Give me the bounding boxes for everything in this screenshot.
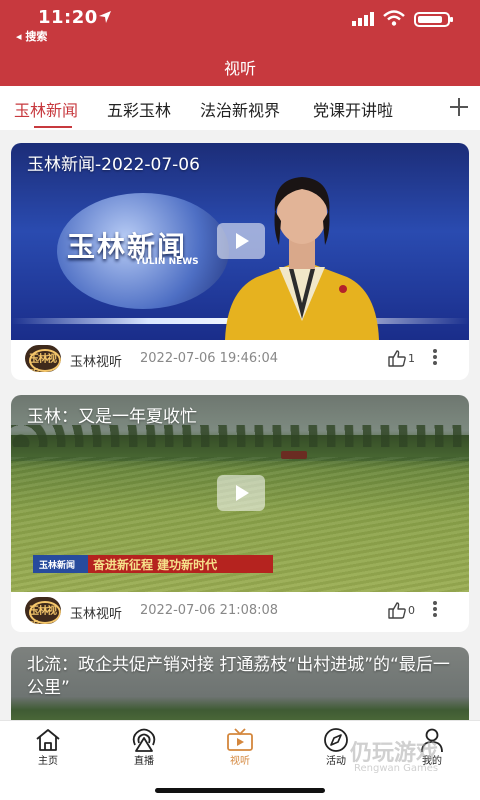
home-indicator[interactable] [155, 788, 325, 793]
video-title: 北流：政企共促产销对接 打通荔枝“出村进城”的“最后一公里” [27, 655, 450, 698]
watermark-subtext: Rengwan Games [354, 763, 439, 774]
active-tab-indicator [34, 126, 72, 128]
header: 11:20 ◂ 搜索 视听 [0, 0, 480, 86]
card-meta: 玉林视听 玉林视听 2022-07-06 21:08:08 0 [11, 592, 469, 632]
source-name: 玉林视听 [70, 607, 123, 622]
tv-icon [227, 728, 253, 751]
live-icon [132, 728, 156, 752]
tab-yulin-news[interactable]: 玉林新闻 [14, 97, 78, 121]
location-arrow-icon [99, 11, 111, 23]
publish-time: 2022-07-06 19:46:04 [140, 351, 279, 366]
play-icon[interactable] [217, 475, 265, 511]
tabs-fade-edge [428, 86, 438, 130]
home-icon [36, 729, 60, 751]
like-count: 0 [408, 604, 415, 617]
harvester [281, 451, 307, 459]
banner-slogan: 奋进新征程 建功新时代 [93, 558, 218, 572]
video-thumbnail[interactable]: 玉林新闻 YULIN NEWS 玉林新闻-2022-07-06 [11, 143, 469, 340]
like-count: 1 [408, 352, 415, 365]
more-options-icon[interactable] [432, 601, 438, 619]
more-options-icon[interactable] [432, 349, 438, 367]
status-time: 11:20 [38, 7, 98, 28]
thumbs-up-icon[interactable] [388, 350, 406, 367]
avatar-label: 玉林视听 [29, 606, 57, 624]
nav-live-label: 直播 [134, 756, 154, 767]
banner-logo: 玉林新闻 [39, 561, 76, 571]
program-logo-en: YULIN NEWS [135, 257, 199, 267]
app-screen: 11:20 ◂ 搜索 视听 玉林新闻 五彩玉林 法治新视界 党课开讲啦 玉林新闻… [0, 0, 480, 800]
add-channel-icon[interactable] [446, 94, 472, 120]
play-icon[interactable] [217, 223, 265, 259]
publish-time: 2022-07-06 21:08:08 [140, 603, 279, 618]
back-to-search-link[interactable]: ◂ 搜索 [16, 28, 47, 44]
watermark: 仍玩游戏 Rengwan Games [320, 735, 470, 785]
nav-audiovisual[interactable]: 视听 [192, 721, 288, 781]
signal-icon [352, 12, 374, 26]
tab-colorful-yulin[interactable]: 五彩玉林 [107, 97, 171, 121]
page-title: 视听 [223, 59, 256, 78]
avatar: 玉林视听 [25, 345, 61, 372]
tree-canopy [11, 425, 469, 447]
video-card[interactable]: 玉林新闻 奋进新征程 建功新时代 玉林：又是一年夏收忙 玉林视听 玉林视听 20… [11, 395, 469, 632]
nav-live[interactable]: 直播 [96, 721, 192, 781]
thumbs-up-icon[interactable] [388, 602, 406, 619]
nav-home[interactable]: 主页 [0, 721, 96, 781]
video-thumbnail[interactable]: 玉林新闻 奋进新征程 建功新时代 玉林：又是一年夏收忙 [11, 395, 469, 592]
video-card[interactable]: 玉林新闻 YULIN NEWS 玉林新闻-2022-07-06 玉林视听 玉林视… [11, 143, 469, 380]
nav-audiovisual-label: 视听 [230, 756, 250, 767]
wifi-icon [383, 10, 405, 26]
battery-icon [414, 12, 453, 27]
video-title: 玉林：又是一年夏收忙 [27, 407, 197, 427]
source-name: 玉林视听 [70, 355, 123, 370]
tab-legal-vision[interactable]: 法治新视界 [200, 97, 280, 121]
card-meta: 玉林视听 玉林视听 2022-07-06 19:46:04 1 [11, 340, 469, 380]
avatar-label: 玉林视听 [29, 354, 57, 372]
category-tabs: 玉林新闻 五彩玉林 法治新视界 党课开讲啦 [0, 86, 480, 130]
avatar: 玉林视听 [25, 597, 61, 624]
video-title: 玉林新闻-2022-07-06 [27, 155, 200, 175]
nav-home-label: 主页 [38, 756, 58, 767]
tab-party-lecture[interactable]: 党课开讲啦 [313, 97, 393, 121]
